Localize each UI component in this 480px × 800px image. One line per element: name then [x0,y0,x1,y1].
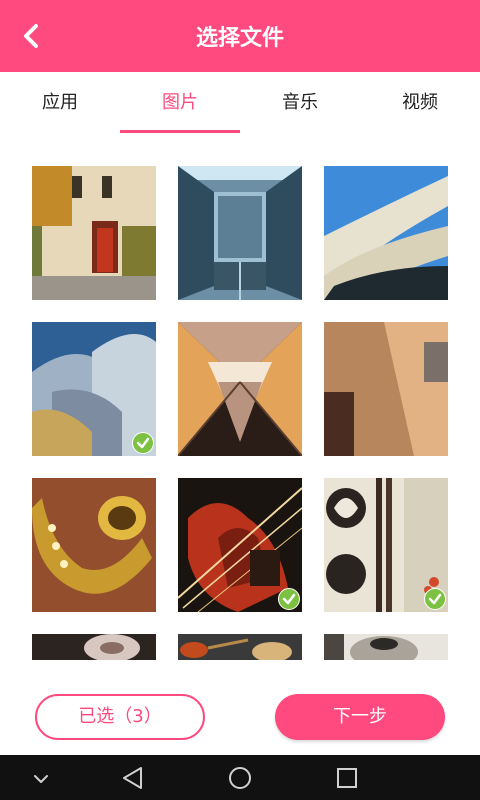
system-recents-button[interactable] [332,763,362,793]
check-icon [136,437,150,449]
image-thumbnail[interactable] [324,478,448,612]
metal-teapot-image [324,634,448,660]
symmetric-stairs-image [178,322,302,456]
recents-square-icon [337,768,357,788]
back-triangle-icon [123,767,142,789]
image-thumbnail[interactable] [324,322,448,456]
check-icon [282,593,296,605]
system-back-button[interactable] [118,763,148,793]
image-thumbnail[interactable] [178,478,302,612]
curved-balconies-image [324,166,448,300]
selected-check-badge [278,588,300,610]
saxophone-image [32,478,156,612]
page-title: 选择文件 [195,26,284,51]
image-thumbnail[interactable] [32,166,156,300]
image-grid [0,136,480,660]
selected-check-badge [132,432,154,454]
tab-videos[interactable]: 视频 [360,72,480,136]
image-thumbnail[interactable] [32,478,156,612]
active-tab-indicator [120,130,240,133]
chevron-down-icon [34,775,48,783]
spoon-with-spice-image [178,634,302,660]
top-app-bar: 选择文件 [0,0,480,72]
selected-check-badge [424,588,446,610]
image-thumbnail[interactable] [178,634,302,660]
building-corner-image [324,322,448,456]
hide-nav-button[interactable] [26,763,56,793]
tab-apps[interactable]: 应用 [0,72,120,136]
system-home-button[interactable] [225,763,255,793]
image-thumbnail[interactable] [178,322,302,456]
tab-music[interactable]: 音乐 [240,72,360,136]
image-thumbnail[interactable] [32,634,156,660]
building-with-red-door-image [32,166,156,300]
system-navigation-bar [0,755,480,800]
check-icon [428,593,442,605]
home-circle-icon [229,767,251,789]
image-thumbnail[interactable] [32,322,156,456]
image-thumbnail[interactable] [324,166,448,300]
next-step-button[interactable]: 下一步 [275,694,445,740]
category-tabs: 应用 图片 音乐 视频 [0,72,480,136]
image-thumbnail[interactable] [178,166,302,300]
image-thumbnail[interactable] [324,634,448,660]
glass-corridor-image [178,166,302,300]
selected-count-button[interactable]: 已选（3） [35,694,205,740]
tab-images[interactable]: 图片 [120,72,240,136]
food-bowl-image [32,634,156,660]
